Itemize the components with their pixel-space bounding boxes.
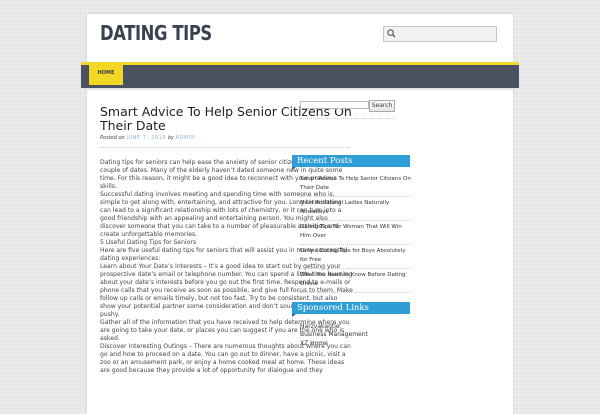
sidebar-search-input[interactable] — [300, 101, 369, 109]
header-search-input[interactable] — [383, 26, 497, 42]
posted-on-label: Posted on — [100, 135, 125, 141]
sidebar-search: Search — [300, 100, 396, 124]
post-date[interactable]: JUNE 7, 2015 — [126, 135, 166, 141]
nav-item-home[interactable]: HOME — [89, 62, 123, 85]
post-meta: Posted on JUNE 7, 2015 by ADMIN — [100, 135, 195, 141]
divider — [100, 147, 350, 148]
recent-posts-heading: Recent Posts — [292, 155, 410, 170]
site-title[interactable]: DATING TIPS — [100, 21, 212, 45]
sponsored-link[interactable]: Harzvakantie — [300, 323, 412, 331]
recent-posts-list: Smart Advice To Help Senior Citizens On … — [300, 173, 412, 293]
search-button[interactable]: Search — [369, 100, 395, 112]
search-icon — [387, 29, 396, 38]
nav-shadow — [87, 88, 513, 91]
main-nav: HOME — [81, 62, 519, 88]
recent-post-link[interactable]: Meet Additional Ladies Naturally Nowaday… — [300, 197, 412, 221]
by-label: by — [167, 135, 174, 141]
recent-post-link[interactable]: What You Need to Know Before Dating Onli… — [300, 269, 412, 293]
recent-post-link[interactable]: Smart Advice To Help Senior Citizens On … — [300, 173, 412, 197]
sponsored-link[interactable]: XZ Home — [300, 340, 412, 348]
sponsored-links-heading: Sponsored Links — [292, 302, 410, 317]
recent-post-link[interactable]: Online Dating Tips for Boys Absolutely f… — [300, 245, 412, 269]
sponsored-link[interactable]: Business Management — [300, 331, 412, 339]
post-author[interactable]: ADMIN — [176, 135, 196, 141]
divider — [300, 118, 396, 119]
recent-post-link[interactable]: Dating Tips For Woman That Will Win Him … — [300, 221, 412, 245]
sponsored-links-list: Harzvakantie Business Management XZ Home — [300, 323, 412, 348]
